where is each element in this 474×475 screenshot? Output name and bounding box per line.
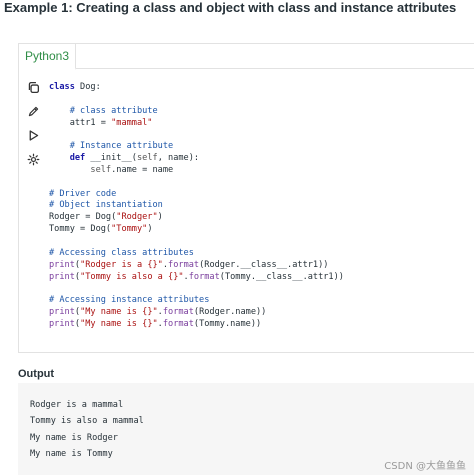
pencil-icon[interactable] (26, 104, 40, 118)
output-line: Rodger is a mammal (30, 400, 124, 410)
code-line: # Accessing class attributes (49, 247, 194, 258)
play-icon[interactable] (26, 128, 40, 142)
output-line: My name is Rodger (30, 432, 118, 443)
code-line: print("Tommy is also a {}".format(Tommy.… (49, 271, 344, 282)
page-heading: Example 1: Creating a class and object w… (4, 0, 457, 15)
code-toolbar (19, 68, 46, 198)
output-line: My name is Tommy (30, 449, 113, 460)
output-title: Output (18, 368, 55, 380)
tab-python3[interactable]: Python3 (19, 44, 76, 70)
code-line: # Instance attribute (69, 141, 174, 152)
code-line: # Accessing instance attributes (49, 295, 210, 306)
gear-icon[interactable] (26, 152, 40, 166)
code-line: # Driver code (49, 188, 117, 199)
code-line: class Dog: (49, 82, 101, 92)
code-card: Python3 class Dog: # class attribute att… (18, 43, 474, 353)
code-line: print("My name is {}".format(Rodger.name… (49, 307, 267, 318)
code-line: # Object instantiation (49, 200, 163, 211)
code-block: class Dog: # class attribute attr1 = "ma… (49, 82, 344, 331)
output-line: Tommy is also a mammal (30, 416, 144, 427)
code-line: Rodger = Dog("Rodger") (49, 212, 163, 223)
watermark: CSDN @大鱼鱼鱼 (384, 461, 466, 472)
copy-icon[interactable] (26, 80, 40, 94)
code-line: # class attribute (69, 105, 158, 116)
code-line: attr1 = "mammal" (49, 117, 153, 128)
code-line: print("Rodger is a {}".format(Rodger.__c… (49, 259, 329, 270)
code-line: def __init__(self, name): (69, 153, 200, 164)
output-lines: Rodger is a mammal Tommy is also a mamma… (30, 397, 144, 463)
code-line: self.name = name (90, 164, 174, 175)
code-line: print("My name is {}".format(Tommy.name)… (49, 318, 262, 329)
tab-bar: Python3 (19, 44, 474, 70)
code-line: Tommy = Dog("Tommy") (49, 224, 153, 235)
